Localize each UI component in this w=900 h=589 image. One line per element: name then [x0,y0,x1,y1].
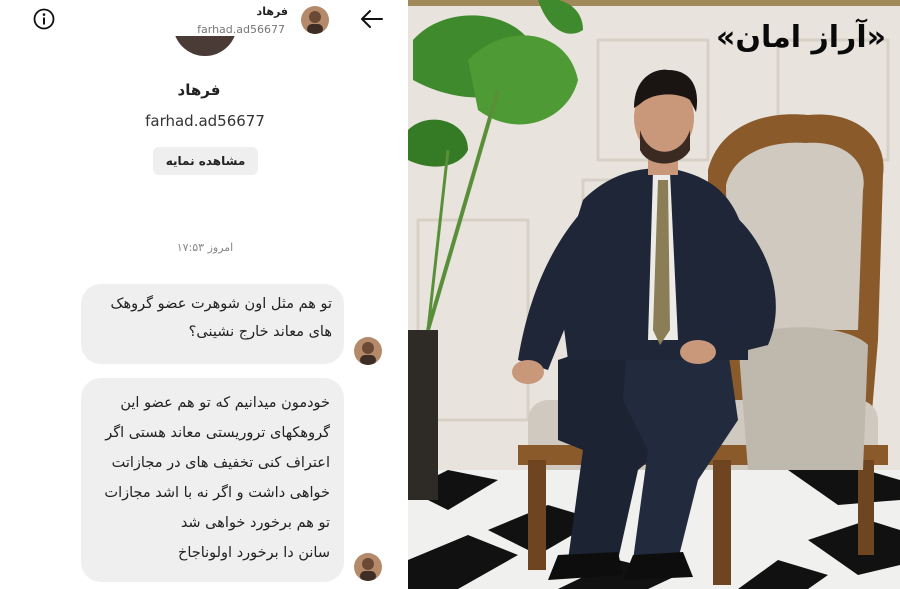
message-line: سانن دا برخورد اولوناجاخ [177,545,330,561]
message-bubble: تو هم مثل اون شوهرت عضو گروهک های معاند … [81,284,344,364]
message-bubble: خودمون میدانیم که تو هم عضو این گروهکهای… [81,378,344,582]
profile-avatar[interactable] [173,36,237,56]
chat-screen: فرهاد farhad.ad56677 فرهاد farhad.ad5667… [0,0,398,589]
panel-divider [398,0,408,589]
view-profile-button[interactable]: مشاهده نمایه [153,147,258,175]
message-line: خواهی داشت و اگر نه با اشد مجازات [104,485,330,501]
sender-avatar[interactable] [354,337,382,365]
header-avatar[interactable] [301,6,329,34]
watermark-caption: «آراز امان» [715,20,886,55]
sender-avatar[interactable] [354,553,382,581]
header-username: farhad.ad56677 [197,23,285,36]
message-timestamp: امروز ۱۷:۵۳ [176,241,234,254]
message-line: اعتراف کنی تخفیف های در مجازاتت [111,455,330,471]
profile-username: farhad.ad56677 [145,112,265,130]
message-line: های معاند خارج نشینی؟ [188,324,332,340]
message-line: تو هم برخورد خواهی شد [180,515,330,531]
message-line: تو هم مثل اون شوهرت عضو گروهک [110,296,332,312]
arrow-left-icon[interactable] [360,9,384,29]
info-icon[interactable] [33,8,55,30]
profile-name: فرهاد [177,81,221,99]
portrait-photo: «آراز امان» [408,0,900,589]
message-line: خودمون میدانیم که تو هم عضو این [120,395,330,411]
message-line: گروهکهای تروریستی معاند هستی اگر [105,425,330,441]
header-name: فرهاد [256,5,288,18]
portrait-illustration [408,0,900,589]
